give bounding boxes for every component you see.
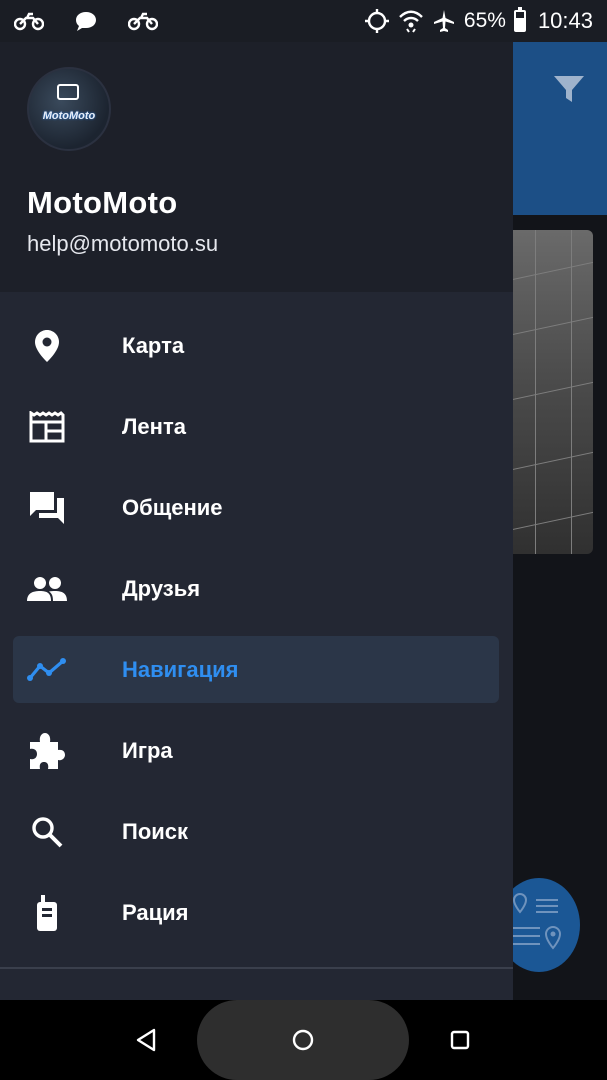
clock: 10:43 bbox=[537, 8, 593, 33]
back-icon[interactable] bbox=[132, 1026, 160, 1054]
avatar[interactable]: MotoMoto bbox=[27, 67, 111, 151]
map-pin-icon bbox=[27, 326, 67, 366]
people-icon bbox=[27, 569, 67, 609]
menu-item-map[interactable]: Карта bbox=[0, 305, 513, 386]
airplane-icon bbox=[432, 9, 456, 33]
forum-icon bbox=[27, 488, 67, 528]
chat-bubble-icon bbox=[57, 84, 79, 100]
menu-item-navigation[interactable]: Навигация bbox=[0, 629, 513, 710]
menu-item-label: Общение bbox=[122, 494, 223, 520]
menu-item-label: Игра bbox=[122, 737, 173, 763]
search-icon bbox=[27, 812, 67, 852]
system-icons: 65% 10:43 bbox=[364, 7, 593, 34]
user-name: MotoMoto bbox=[27, 185, 178, 220]
menu-item-feed[interactable]: Лента bbox=[0, 386, 513, 467]
location-target-icon bbox=[364, 8, 390, 34]
notification-icons bbox=[14, 10, 158, 32]
menu-item-chat[interactable]: Общение bbox=[0, 467, 513, 548]
menu-item-search[interactable]: Поиск bbox=[0, 791, 513, 872]
motorcycle-icon bbox=[128, 11, 158, 31]
motorcycle-icon bbox=[14, 11, 44, 31]
system-nav-bar bbox=[0, 1000, 607, 1080]
chat-bubble-icon bbox=[74, 10, 98, 32]
menu-item-friends[interactable]: Друзья bbox=[0, 548, 513, 629]
navigation-drawer: MotoMoto MotoMoto help@motomoto.su Карта… bbox=[0, 42, 513, 1000]
map-preview[interactable] bbox=[505, 230, 593, 554]
avatar-logo-text: MotoMoto bbox=[42, 110, 96, 122]
walkie-talkie-icon bbox=[27, 893, 67, 933]
puzzle-icon bbox=[27, 731, 67, 771]
menu-item-label: Рация bbox=[122, 899, 189, 925]
menu-item-label: Поиск bbox=[122, 818, 189, 844]
filter-icon[interactable] bbox=[549, 68, 589, 108]
recents-icon[interactable] bbox=[446, 1026, 474, 1054]
feed-icon bbox=[27, 407, 67, 447]
trend-line-icon bbox=[27, 650, 67, 690]
wifi-icon bbox=[398, 9, 424, 33]
drawer-menu: Карта Лента Общение Друзья Навигация Игр… bbox=[0, 305, 513, 953]
user-email: help@motomoto.su bbox=[27, 231, 219, 256]
drawer-header: MotoMoto MotoMoto help@motomoto.su bbox=[0, 42, 513, 292]
menu-item-radio[interactable]: Рация bbox=[0, 872, 513, 953]
battery-icon bbox=[513, 7, 526, 32]
menu-item-label: Лента bbox=[122, 413, 186, 439]
menu-item-label: Друзья bbox=[122, 575, 201, 601]
menu-item-label: Навигация bbox=[122, 656, 239, 682]
menu-item-game[interactable]: Игра bbox=[0, 710, 513, 791]
home-icon[interactable] bbox=[289, 1026, 317, 1054]
battery-percent: 65% bbox=[463, 9, 506, 32]
drawer-divider bbox=[0, 967, 513, 969]
menu-item-label: Карта bbox=[122, 332, 185, 358]
active-highlight bbox=[13, 636, 499, 703]
status-bar: 65% 10:43 bbox=[0, 0, 607, 42]
